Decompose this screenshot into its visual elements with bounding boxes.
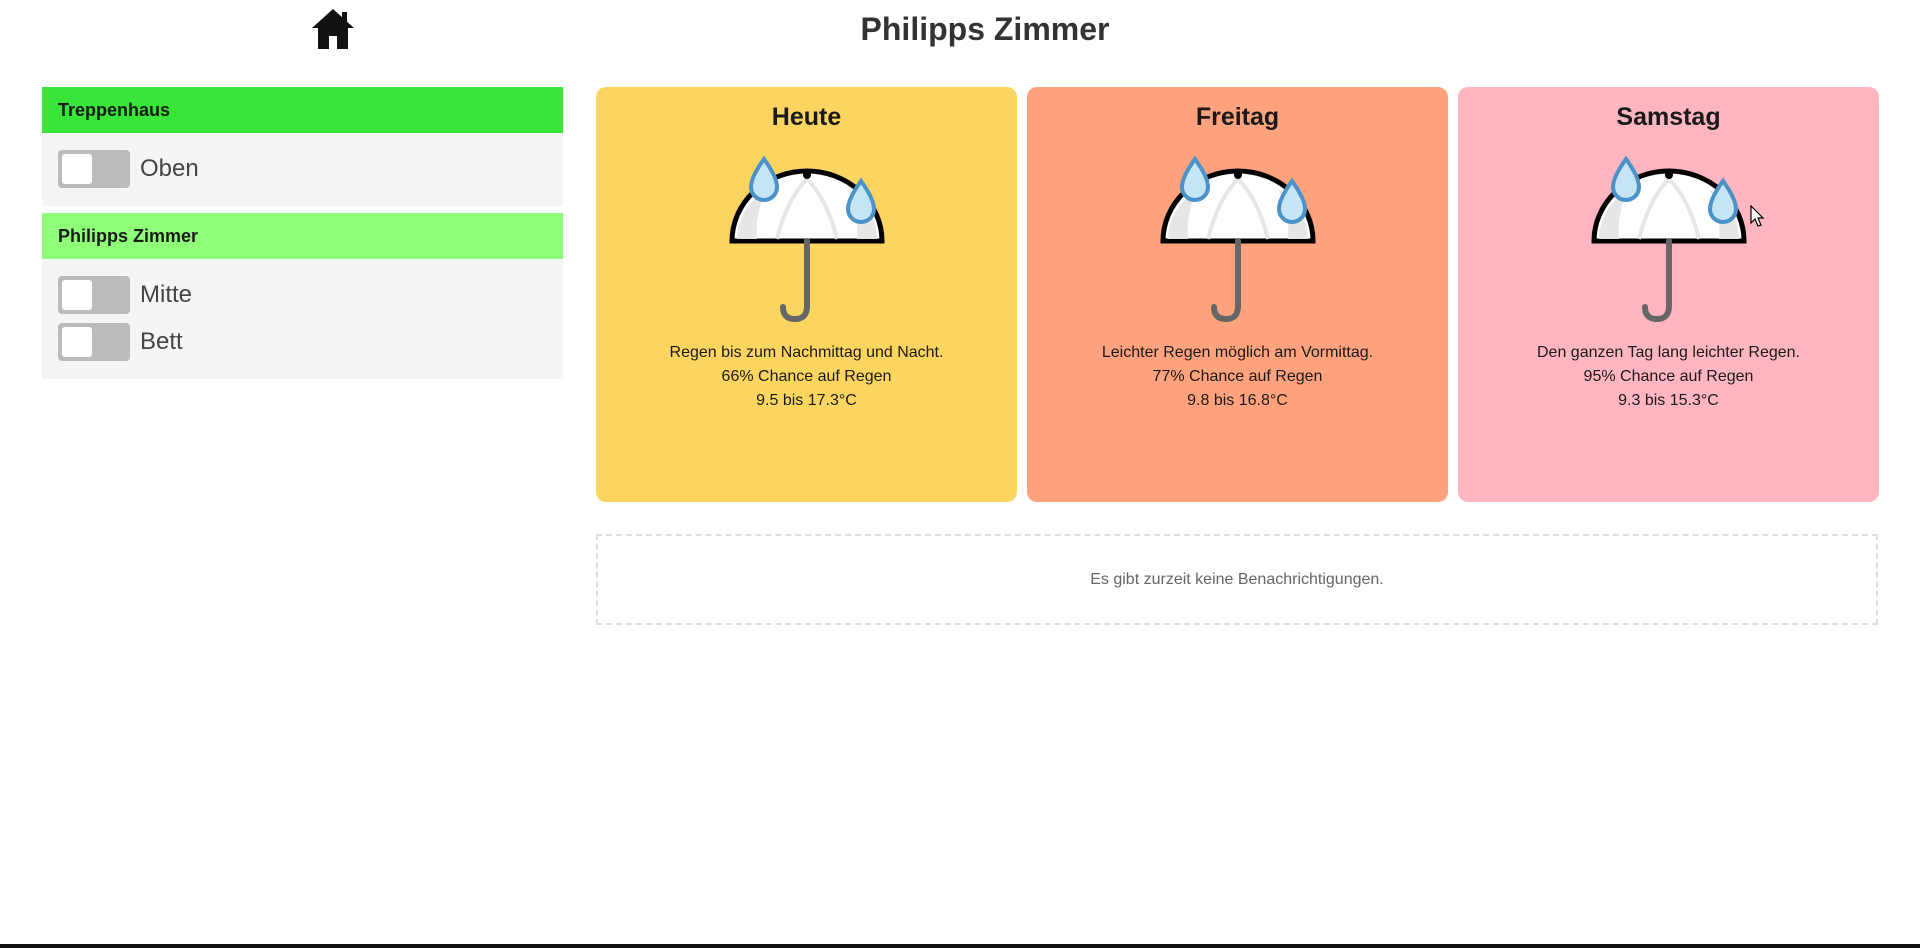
group-body: Mitte Bett: [42, 259, 563, 379]
toggle-switch-mitte[interactable]: [58, 275, 130, 314]
toggle-switch-bett[interactable]: [58, 322, 130, 361]
page-title: Philipps Zimmer: [860, 11, 1110, 47]
group-body: Oben: [42, 133, 563, 206]
switch-row-mitte: Mitte: [58, 271, 563, 318]
forecast-temp: 9.5 bis 17.3°C: [756, 392, 857, 409]
room-groups: Treppenhaus Oben Philipps Zimmer Mitte B…: [42, 87, 563, 386]
toggle-knob: [62, 326, 92, 357]
forecast-temp: 9.3 bis 15.3°C: [1618, 392, 1719, 409]
toggle-knob: [62, 279, 92, 310]
forecast-temp: 9.8 bis 16.8°C: [1187, 392, 1288, 409]
forecast-chance: 77% Chance auf Regen: [1152, 368, 1323, 385]
forecast-summary: Leichter Regen möglich am Vormittag.: [1101, 344, 1374, 361]
forecast-summary: Den ganzen Tag lang leichter Regen.: [1537, 344, 1800, 361]
group-header: Philipps Zimmer: [42, 213, 563, 259]
toggle-switch-oben[interactable]: [58, 149, 130, 188]
group-header: Treppenhaus: [42, 87, 563, 133]
toggle-knob: [62, 153, 92, 184]
forecast-day: Freitag: [1195, 103, 1280, 131]
notifications-panel: Es gibt zurzeit keine Benachrichtigungen…: [596, 534, 1878, 625]
umbrella-rain-icon: [727, 151, 887, 323]
bottom-bar: [0, 944, 1920, 948]
switch-label: Bett: [140, 327, 183, 355]
switch-label: Mitte: [140, 280, 193, 308]
forecast-card-samstag: Samstag Den ganzen Tag lang leichter Reg…: [1458, 87, 1879, 502]
forecast-card-heute: Heute Regen bis zum Nachmittag und Nacht…: [596, 87, 1017, 502]
forecast-chance: 66% Chance auf Regen: [721, 368, 892, 385]
group-treppenhaus: Treppenhaus Oben: [42, 87, 563, 206]
forecast-chance: 95% Chance auf Regen: [1583, 368, 1754, 385]
umbrella-rain-icon: [1589, 151, 1749, 323]
forecast-summary: Regen bis zum Nachmittag und Nacht.: [669, 344, 944, 361]
notifications-empty-text: Es gibt zurzeit keine Benachrichtigungen…: [1090, 570, 1384, 588]
mouse-cursor-icon: [1750, 205, 1765, 227]
umbrella-rain-icon: [1158, 151, 1318, 323]
forecast-day: Samstag: [1616, 103, 1721, 131]
forecast-cards: Heute Regen bis zum Nachmittag und Nacht…: [596, 87, 1879, 502]
group-philipps-zimmer: Philipps Zimmer Mitte Bett: [42, 213, 563, 379]
forecast-card-freitag: Freitag Leichter Regen möglich am Vormit…: [1027, 87, 1448, 502]
switch-row-bett: Bett: [58, 318, 563, 365]
forecast-day: Heute: [771, 103, 842, 131]
switch-label: Oben: [140, 154, 199, 182]
switch-row-oben: Oben: [58, 145, 563, 192]
